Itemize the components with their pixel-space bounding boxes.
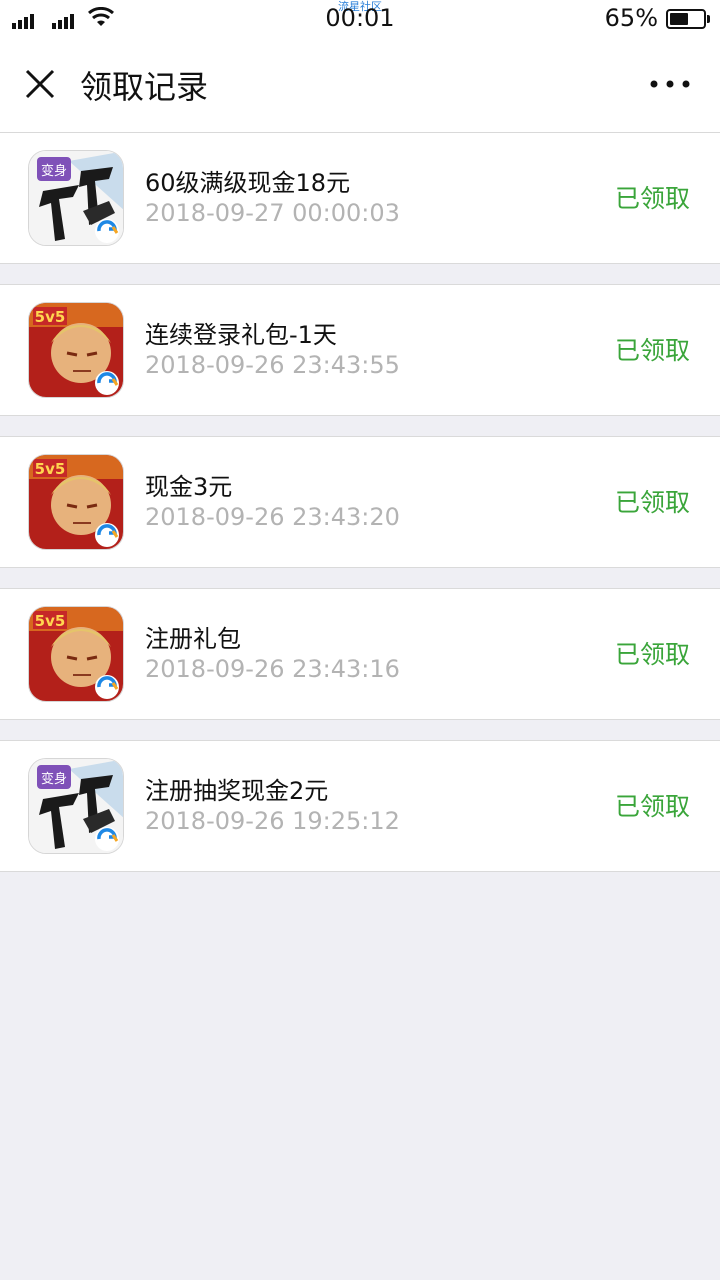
record-time: 2018-09-26 23:43:20 — [145, 503, 400, 531]
record-status: 已领取 — [614, 640, 690, 669]
record-title: 注册礼包 — [145, 625, 241, 653]
svg-text:5v5: 5v5 — [35, 612, 66, 630]
honor-of-kings-game-icon: 5v5 — [28, 302, 124, 398]
record-time: 2018-09-26 23:43:16 — [145, 655, 400, 683]
record-item[interactable]: 变身 注册抽奖现金2元 2018-09-26 19:25:12 已领取 — [0, 740, 720, 872]
battery-icon — [666, 9, 710, 29]
svg-text:5v5: 5v5 — [35, 308, 66, 326]
status-bar: 流星社区 00:01 65% — [0, 0, 720, 36]
record-status: 已领取 — [614, 184, 690, 213]
record-status: 已领取 — [614, 792, 690, 821]
navigation-bar: 领取记录 — [0, 36, 720, 133]
record-item[interactable]: 5v5 现金3元 2018-09-26 23:43:20 已领取 — [0, 436, 720, 568]
close-icon[interactable] — [22, 66, 58, 102]
svg-text:变身: 变身 — [41, 163, 67, 179]
record-title: 60级满级现金18元 — [145, 169, 351, 197]
record-time: 2018-09-26 19:25:12 — [145, 807, 400, 835]
record-time: 2018-09-26 23:43:55 — [145, 351, 400, 379]
xuanyuan-game-icon: 变身 — [28, 758, 124, 854]
record-item[interactable]: 变身 60级满级现金18元 2018-09-27 00:00:03 已领取 — [0, 133, 720, 264]
record-title: 注册抽奖现金2元 — [145, 777, 329, 805]
honor-of-kings-game-icon: 5v5 — [28, 454, 124, 550]
record-time: 2018-09-27 00:00:03 — [145, 199, 400, 227]
honor-of-kings-game-icon: 5v5 — [28, 606, 124, 702]
record-list: 变身 60级满级现金18元 2018-09-27 00:00:03 已领取 5v… — [0, 133, 720, 892]
record-status: 已领取 — [614, 336, 690, 365]
battery-percent: 65% — [604, 4, 658, 32]
record-status: 已领取 — [614, 488, 690, 517]
svg-text:5v5: 5v5 — [35, 460, 66, 478]
xuanyuan-game-icon: 变身 — [28, 150, 124, 246]
svg-text:变身: 变身 — [41, 771, 67, 787]
record-title: 现金3元 — [145, 473, 233, 501]
record-title: 连续登录礼包-1天 — [145, 321, 337, 349]
page-title: 领取记录 — [80, 68, 209, 106]
record-item[interactable]: 5v5 注册礼包 2018-09-26 23:43:16 已领取 — [0, 588, 720, 720]
more-dots-icon[interactable] — [648, 66, 692, 102]
record-item[interactable]: 5v5 连续登录礼包-1天 2018-09-26 23:43:55 已领取 — [0, 284, 720, 416]
